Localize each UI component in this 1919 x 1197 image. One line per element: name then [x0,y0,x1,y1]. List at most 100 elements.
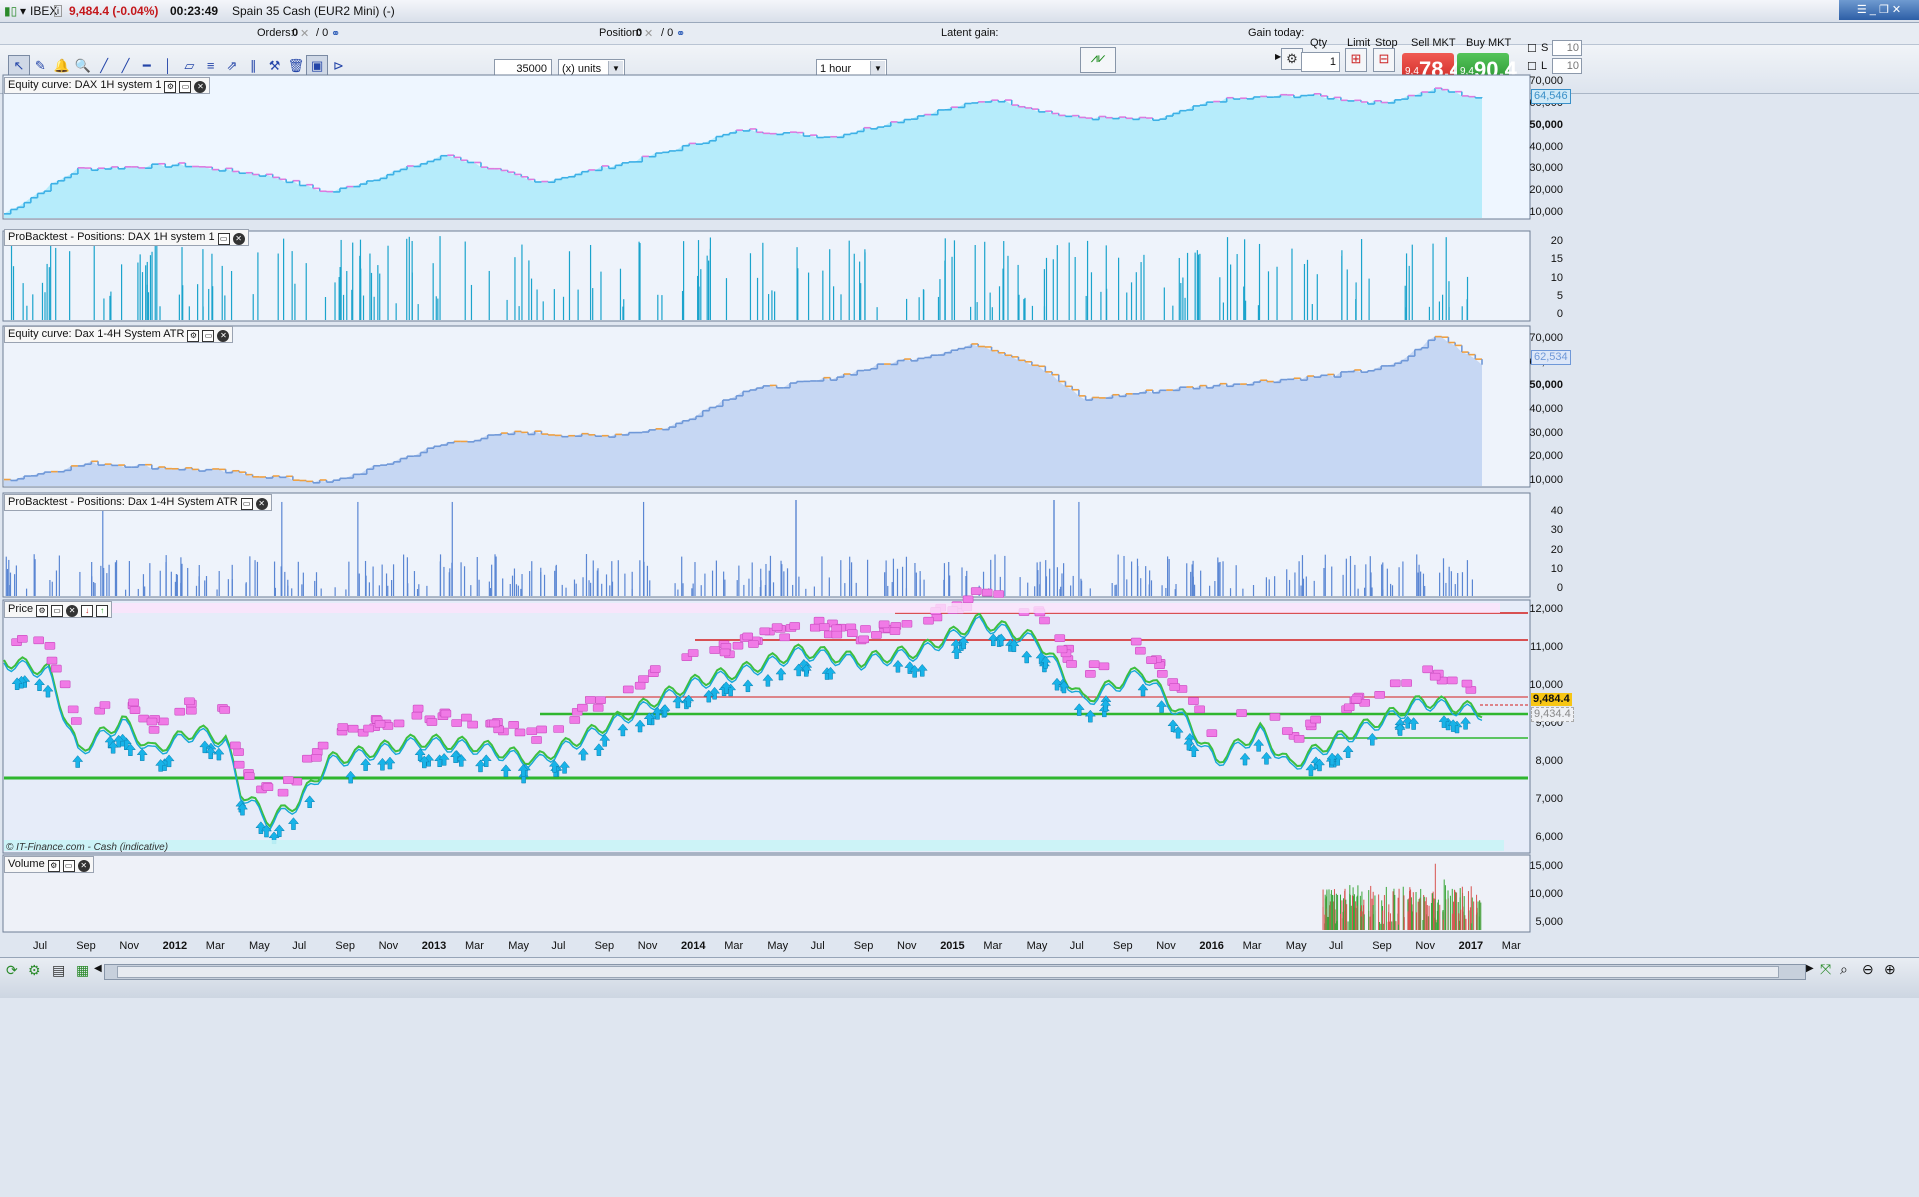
autoscale-icon[interactable]: ⤧ [1820,961,1831,978]
wrench-icon[interactable]: ⚙ [36,605,49,617]
sell-signal-marker [970,587,982,595]
maximize-icon[interactable]: ▭ [202,330,215,342]
sell-signal-marker [1310,715,1321,724]
y-tick-label: 5,000 [1535,916,1563,928]
maximize-icon[interactable]: ▭ [179,81,192,93]
volume-panel-label[interactable]: Volume ⚙ ▭ ✕ [4,856,94,873]
close-icon[interactable]: ✕ [232,233,245,245]
close-icon[interactable]: ✕ [255,498,268,510]
sell-signal-marker [577,703,588,712]
x-tick-label: Mar [724,940,744,952]
time-scrollbar[interactable] [104,964,1806,980]
x-tick-label: May [1285,940,1307,952]
sell-signal-marker [467,720,478,729]
sell-signal-marker [748,640,759,648]
wrench-icon[interactable]: ⚙ [47,860,60,872]
y-tick-label: 10 [1550,271,1563,284]
sell-signal-marker [779,633,791,642]
y-tick-label: 5 [1556,289,1563,302]
x-tick-label: Mar [983,940,1003,952]
sell-signal-marker [347,724,359,733]
y-tick-label: 50,000 [1529,118,1563,131]
equity-curve-2-title: Equity curve: Dax 1-4H System ATR [8,328,185,340]
close-icon[interactable]: ✕ [77,860,90,872]
x-tick-label: Nov [119,940,139,952]
sell-signal-marker [638,675,649,683]
zoom-region-icon[interactable]: ⌕ [1840,961,1848,978]
positions-2-label[interactable]: ProBacktest - Positions: Dax 1-4H System… [4,494,272,511]
sell-signal-marker [1422,665,1433,674]
maximize-icon[interactable]: ▭ [217,233,230,245]
x-tick-label: Sep [1113,940,1133,952]
sell-signal-marker [1130,637,1142,646]
y-tick-label: 50,000 [1529,379,1563,392]
close-icon[interactable]: ✕ [194,81,207,93]
layout-icon[interactable]: ▦ [76,962,89,979]
x-tick-label: Sep [594,940,615,952]
sell-signal-marker [412,704,424,713]
sell-signal-marker [148,725,160,734]
sell-signal-marker [186,706,197,715]
y-tick-label: 0 [1556,308,1563,320]
price-panel-label[interactable]: Price ⚙ ▭ ✕ ↓ ↑ [4,601,113,618]
sell-signal-marker [818,623,830,631]
maximize-icon[interactable]: ▭ [62,860,75,872]
sell-signal-marker [809,623,821,632]
y-tick-label: 20,000 [1529,184,1563,197]
close-icon[interactable]: ✕ [217,330,230,342]
sell-signal-marker [1343,703,1355,712]
scrollbar-thumb[interactable] [117,966,1779,978]
buy-arrow-icon[interactable]: ↑ [96,605,109,617]
sell-signal-marker [846,629,858,637]
x-tick-label: Sep [335,940,355,952]
sell-signal-marker [426,718,438,726]
x-tick-label: Jul [292,940,307,952]
sell-signal-marker [1194,705,1205,714]
volume-y-axis: 15,000 10,000 5,000 [1529,860,1567,930]
positions-1-label[interactable]: ProBacktest - Positions: DAX 1H system 1… [4,229,249,246]
zoom-out-icon[interactable]: ⊖ [1862,961,1874,978]
price-panel-title: Price [8,603,34,615]
equity-curve-1-label[interactable]: Equity curve: DAX 1H system 1 ⚙ ▭ ✕ [4,77,211,94]
equity-curve-2-label[interactable]: Equity curve: Dax 1-4H System ATR ⚙ ▭ ✕ [4,326,234,343]
refresh-icon[interactable]: ⟳ [6,962,18,979]
x-tick-label: Jul [551,940,566,952]
sell-signal-marker [585,696,596,704]
y-tick-label: 0 [1556,582,1563,594]
x-tick-label: 2016 [1199,940,1224,952]
wrench-icon[interactable]: ⚙ [187,330,200,342]
maximize-icon[interactable]: ▭ [240,498,253,510]
sell-signal-marker [128,698,139,707]
sell-signal-marker [789,622,801,630]
y-tick-label: 11,000 [1530,641,1563,653]
template-icon[interactable]: ▤ [52,962,65,979]
sell-signal-marker [70,717,82,725]
sell-signal-marker [51,664,62,673]
sell-signal-marker [146,717,158,726]
sell-signal-marker [901,619,913,628]
sell-signal-marker [1169,683,1181,691]
scroll-right-arrow[interactable]: ▶ [1806,963,1814,974]
sell-signal-marker [871,631,882,639]
scroll-left-arrow[interactable]: ◀ [94,963,102,974]
zoom-in-icon[interactable]: ⊕ [1884,961,1896,978]
sell-signal-marker [489,719,500,728]
equity-2-last-value: 62,534 [1531,350,1571,365]
sell-signal-marker [514,728,526,737]
panel-background [2,599,1531,854]
sell-arrow-icon[interactable]: ↓ [81,605,94,617]
x-tick-label: Sep [1372,940,1392,952]
chart-canvas[interactable] [0,0,1919,1197]
y-tick-label: 10,000 [1529,679,1563,691]
sell-signal-marker [1282,727,1293,735]
close-icon[interactable]: ✕ [66,605,79,617]
maximize-icon[interactable]: ▭ [51,605,64,617]
x-tick-label: 2017 [1458,940,1484,952]
sell-signal-marker [531,736,542,744]
wrench-icon[interactable]: ⚙ [164,81,177,93]
settings-icon[interactable]: ⚙ [28,962,41,979]
sell-signal-marker [622,685,634,694]
sell-signal-marker [981,588,993,597]
sell-signal-marker [219,706,231,714]
sell-signal-marker [393,719,405,728]
